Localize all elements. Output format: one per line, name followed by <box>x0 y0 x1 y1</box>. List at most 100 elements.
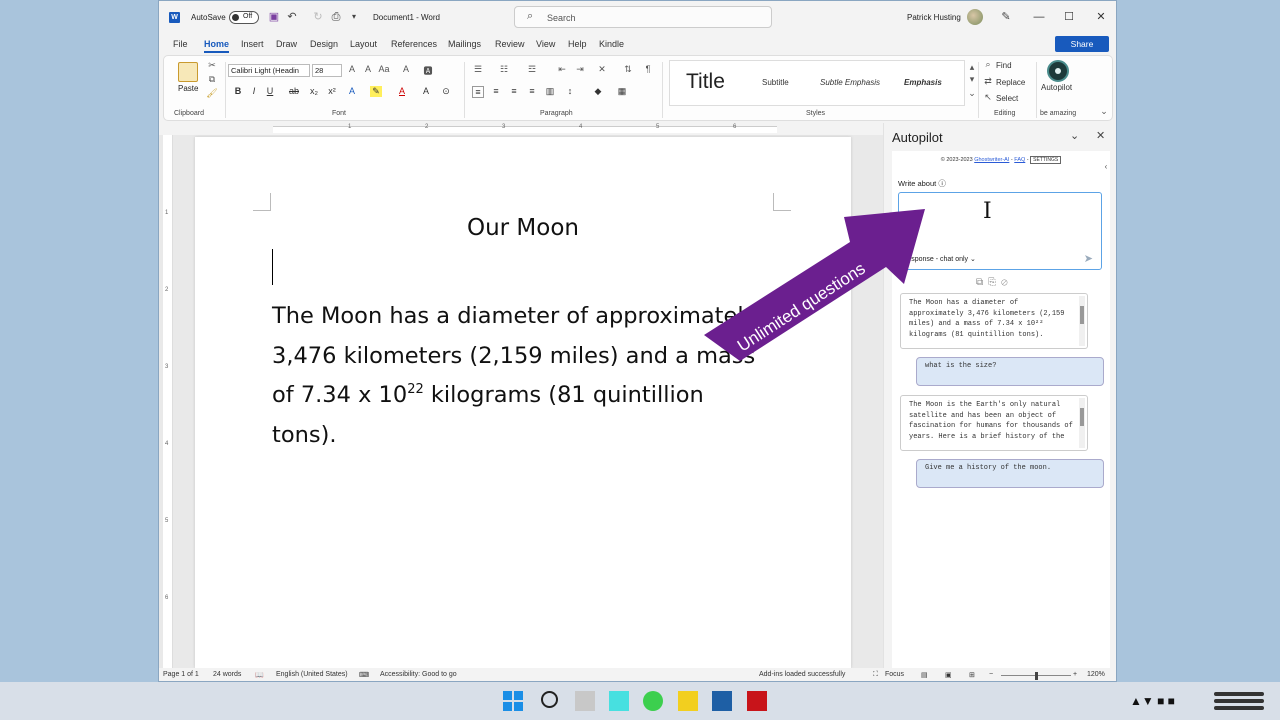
vertical-ruler[interactable]: 1 2 3 4 5 6 <box>163 135 173 668</box>
autosave-toggle[interactable]: Off <box>229 11 259 24</box>
close-button[interactable]: ✕ <box>1087 7 1115 27</box>
avatar[interactable] <box>967 9 983 25</box>
tab-insert[interactable]: Insert <box>241 39 264 49</box>
tab-layout[interactable]: Layout <box>350 39 377 49</box>
question-bubble[interactable]: Give me a history of the moon. <box>916 459 1104 488</box>
tab-design[interactable]: Design <box>310 39 338 49</box>
autopilot-button[interactable]: Autopilot <box>1041 83 1072 92</box>
font-name-select[interactable]: Calibri Light (Headin <box>228 64 310 77</box>
line-spacing-icon[interactable]: ↕ <box>564 86 576 96</box>
redo-icon[interactable]: ↻ <box>311 10 325 24</box>
format-painter-icon[interactable]: 🖌 <box>206 88 218 99</box>
shrink-font-icon[interactable]: A <box>362 64 374 74</box>
search-taskbar-icon[interactable] <box>541 691 558 708</box>
cut-icon[interactable]: ✂ <box>206 60 218 71</box>
style-subtitle[interactable]: Subtitle <box>762 78 789 87</box>
replace-button[interactable]: Replace <box>996 78 1025 87</box>
question-bubble[interactable]: what is the size? <box>916 357 1104 386</box>
gallery-up-icon[interactable]: ▴ <box>966 62 978 73</box>
maximize-button[interactable]: ☐ <box>1055 7 1083 27</box>
shading-icon[interactable]: ◆ <box>592 86 604 97</box>
gallery-more-icon[interactable]: ⌄ <box>966 88 978 99</box>
copy-icon[interactable]: ⧉ <box>976 277 988 288</box>
scrollbar[interactable] <box>1079 398 1085 448</box>
select-button[interactable]: Select <box>996 94 1018 103</box>
tab-mailings[interactable]: Mailings <box>448 39 481 49</box>
copy-icon[interactable]: ⧉ <box>206 74 218 85</box>
text-effects-button-icon[interactable]: A <box>346 86 358 96</box>
tab-kindle[interactable]: Kindle <box>599 39 624 49</box>
chevron-left-icon[interactable]: ‹ <box>1102 157 1110 177</box>
minimize-button[interactable]: — <box>1025 7 1053 27</box>
horizontal-ruler[interactable]: 1 2 3 4 5 6 <box>163 123 851 135</box>
sort-icon[interactable]: ⇅ <box>622 64 634 75</box>
char-shading-icon[interactable]: A <box>420 86 432 96</box>
pen-icon[interactable]: ✎ <box>999 10 1013 24</box>
app-cyan-icon[interactable] <box>609 691 629 711</box>
tab-references[interactable]: References <box>391 39 437 49</box>
zoom-out-icon[interactable]: − <box>989 671 993 678</box>
print-icon[interactable]: ⎙ <box>329 10 343 24</box>
tab-draw[interactable]: Draw <box>276 39 297 49</box>
highlight-icon[interactable]: ✎ <box>370 86 382 97</box>
zoom-in-icon[interactable]: + <box>1073 671 1077 678</box>
insert-icon[interactable]: ⎘ <box>988 277 1001 288</box>
columns-icon[interactable]: ▥ <box>544 86 556 97</box>
app-red-icon[interactable] <box>747 691 767 711</box>
ghostwriter-link[interactable]: Ghostwriter-AI <box>974 157 1009 163</box>
settings-button[interactable]: SETTINGS <box>1030 156 1062 164</box>
align-left-icon[interactable]: ≡ <box>472 86 484 98</box>
clear-formatting-icon[interactable]: A <box>400 64 412 74</box>
italic-icon[interactable]: I <box>248 86 260 96</box>
user-name[interactable]: Patrick Husting <box>907 13 961 22</box>
paste-button[interactable]: Paste <box>178 84 198 93</box>
app-yellow-icon[interactable] <box>678 691 698 711</box>
text-effects-icon[interactable]: 🅰 <box>422 64 434 77</box>
menu-lines-icon[interactable] <box>1214 692 1264 712</box>
tab-file[interactable]: File <box>173 39 188 49</box>
accessibility-status[interactable]: Accessibility: Good to go <box>380 671 457 678</box>
tab-home[interactable]: Home <box>204 39 230 53</box>
align-right-icon[interactable]: ≡ <box>508 86 520 96</box>
collapse-ribbon-icon[interactable]: ⌄ <box>1098 106 1110 117</box>
save-icon[interactable]: ▣ <box>267 10 281 24</box>
document-heading[interactable]: Our Moon <box>275 215 771 241</box>
decrease-indent-icon[interactable]: ⇤ <box>556 64 568 75</box>
web-layout-icon[interactable]: ⊞ <box>969 671 975 679</box>
autopilot-logo-icon[interactable] <box>1047 60 1069 82</box>
align-center-icon[interactable]: ≡ <box>490 86 502 96</box>
font-size-select[interactable]: 28 <box>312 64 342 77</box>
app-green-icon[interactable] <box>643 691 663 711</box>
app-gray-icon[interactable] <box>575 691 595 711</box>
scrollbar[interactable] <box>1079 296 1085 346</box>
addins-status[interactable]: Add-ins loaded successfully <box>759 671 845 678</box>
share-button[interactable]: Share <box>1055 36 1109 52</box>
increase-indent-icon[interactable]: ⇥ <box>574 64 586 75</box>
asian-layout-icon[interactable]: ✕ <box>596 64 608 75</box>
send-icon[interactable]: ➤ <box>1084 252 1093 265</box>
show-marks-icon[interactable]: ¶ <box>642 64 654 74</box>
bold-icon[interactable]: B <box>232 86 244 96</box>
focus-button[interactable]: Focus <box>885 671 904 678</box>
pane-options-icon[interactable]: ⌄ <box>1070 129 1079 142</box>
style-title[interactable]: Title <box>686 70 725 94</box>
print-layout-icon[interactable]: ▣ <box>945 671 952 679</box>
superscript-icon[interactable]: x² <box>326 86 338 96</box>
bullets-icon[interactable]: ☰ <box>472 64 484 75</box>
tab-view[interactable]: View <box>536 39 555 49</box>
undo-icon[interactable]: ↶ <box>285 10 299 24</box>
answer-bubble[interactable]: The Moon is the Earth's only natural sat… <box>900 395 1088 451</box>
customize-qat-icon[interactable]: ▾ <box>347 10 361 24</box>
tab-review[interactable]: Review <box>495 39 525 49</box>
gallery-down-icon[interactable]: ▾ <box>966 74 978 85</box>
tray-icons[interactable]: ▲▼ ■ ■ <box>1130 694 1175 708</box>
char-border-icon[interactable]: ⊙ <box>440 86 452 97</box>
borders-icon[interactable]: ▦ <box>616 86 628 97</box>
tab-help[interactable]: Help <box>568 39 587 49</box>
change-case-icon[interactable]: Aa <box>378 64 390 74</box>
find-button[interactable]: Find <box>996 61 1012 70</box>
faq-link[interactable]: FAQ <box>1014 157 1025 163</box>
proofing-icon[interactable]: 📖 <box>255 671 264 679</box>
windows-start-icon[interactable] <box>503 691 523 711</box>
justify-icon[interactable]: ≡ <box>526 86 538 96</box>
